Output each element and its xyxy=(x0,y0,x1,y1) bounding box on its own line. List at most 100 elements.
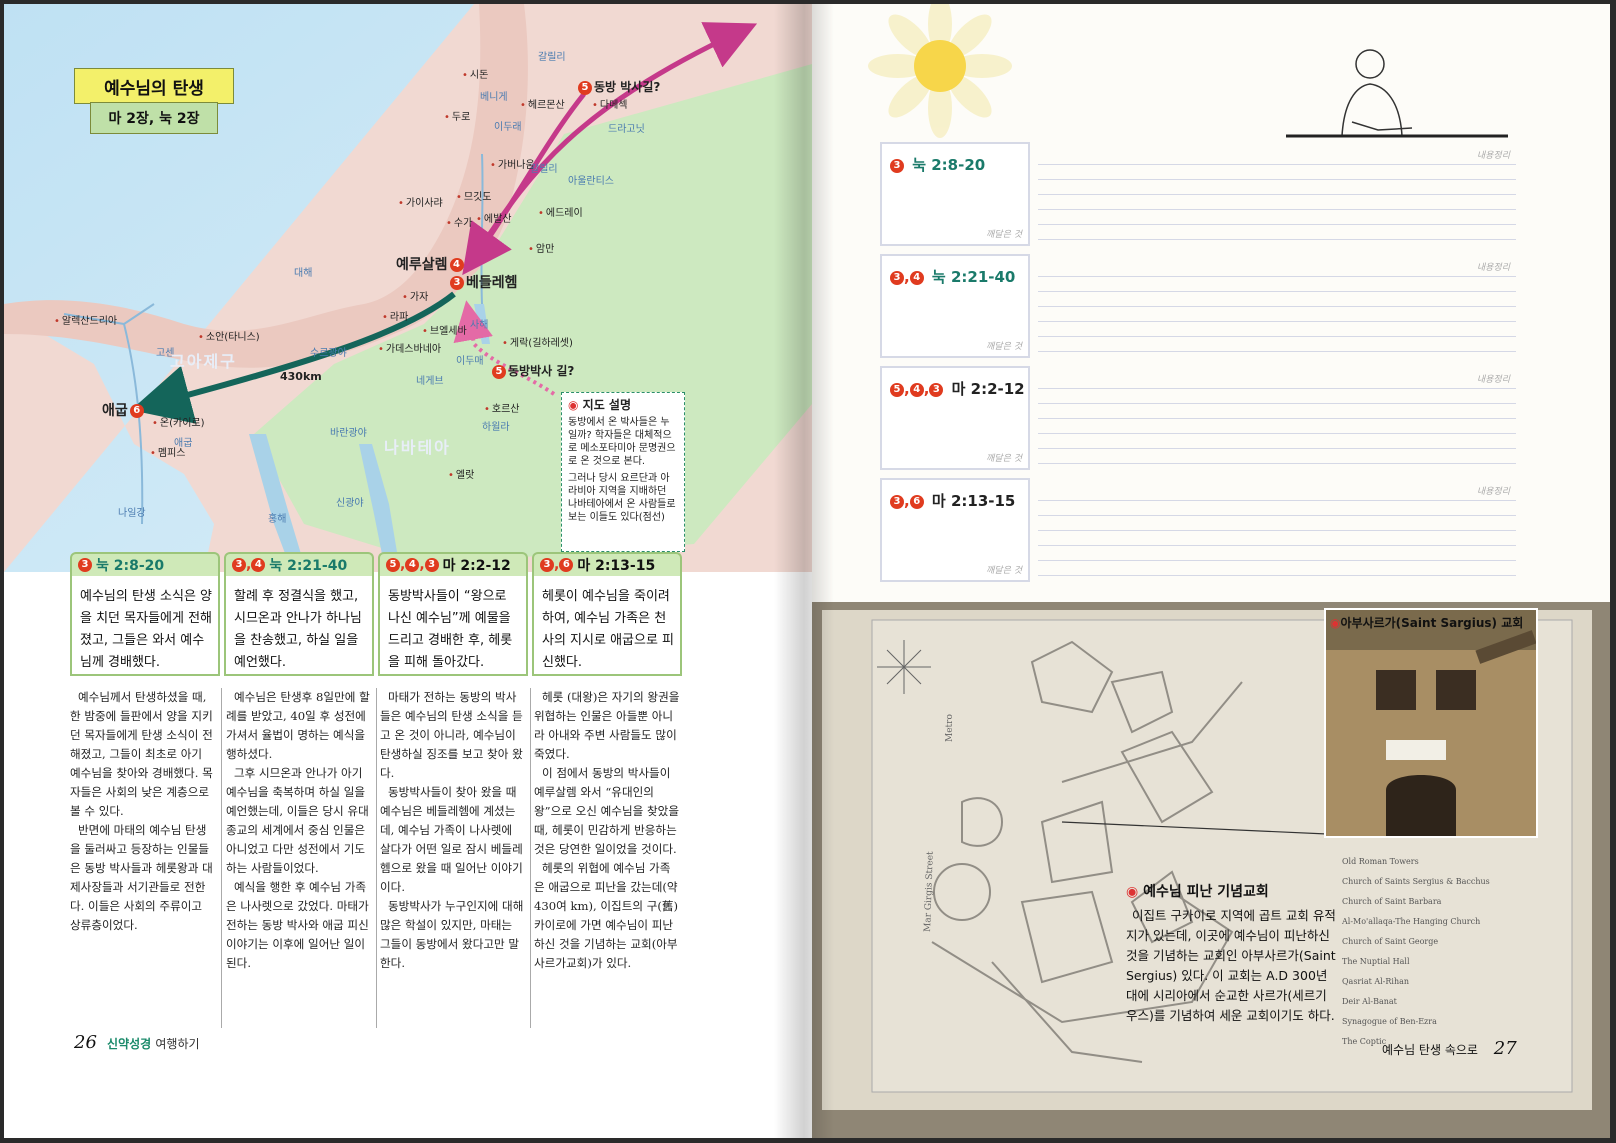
region-label: 대해 xyxy=(294,268,313,279)
map-place: • 에발산 xyxy=(476,210,512,225)
legend-item: Church of Saint Barbara xyxy=(1342,897,1442,906)
passage-badges: 3,4 xyxy=(232,557,266,573)
place-dot-icon: • xyxy=(538,208,544,219)
region-label: 갈릴리 xyxy=(538,52,566,63)
region-label: 신광야 xyxy=(336,498,364,509)
key-place-name: 베들레헴 xyxy=(466,275,518,291)
body-column: 헤롯 (대왕)은 자기의 왕권을 위협하는 인물은 아들뿐 아니라 아내와 주변… xyxy=(534,688,680,973)
metro-label: Metro xyxy=(945,714,955,742)
number-badge: 3 xyxy=(450,276,464,290)
flower-illustration xyxy=(868,4,1012,138)
key-place: 애굽 6 xyxy=(102,400,144,420)
church-photo-inset: ◉아부사르가(Saint Sargius) 교회 xyxy=(1324,608,1538,838)
note-row: 3,6 마 2:13-15 깨달은 것 내용정리 xyxy=(880,478,1520,582)
body-column: 예수님께서 탄생하셨을 때, 한 밤중에 들판에서 양을 지키던 목자들에게 탄… xyxy=(70,688,216,935)
series-name: 여행하기 xyxy=(155,1037,200,1051)
legend-item: The Nuptial Hall xyxy=(1342,957,1410,966)
region-label: 이두매 xyxy=(456,356,484,367)
passage-badges: 3,6 xyxy=(540,557,574,573)
body-paragraph: 예수님께서 탄생하셨을 때, 한 밤중에 들판에서 양을 지키던 목자들에게 탄… xyxy=(70,690,213,818)
region-big-label: 나바테아 xyxy=(384,438,451,457)
ruled-line xyxy=(1038,545,1516,546)
number-badge: 6 xyxy=(909,494,924,509)
place-name: 가데스바네아 xyxy=(385,344,442,355)
number-badge: 6 xyxy=(129,404,144,418)
number-badge: 5 xyxy=(386,558,400,572)
right-page: 3 눅 2:8-20 깨달은 것 내용정리 3, 4 눅 2:21-40 깨달은 것 내용정… xyxy=(812,4,1610,1138)
note-ref: 3 눅 2:8-20 xyxy=(890,154,985,175)
map-place: • 가이사랴 xyxy=(398,194,443,209)
ruled-line xyxy=(1038,388,1516,389)
caption-title: ◉ 예수님 피난 기념교회 xyxy=(1126,884,1269,900)
place-dot-icon: • xyxy=(382,312,388,323)
place-dot-icon: • xyxy=(198,332,204,343)
column-divider xyxy=(530,688,531,1028)
note-passage-box: 3 눅 2:8-20 깨달은 것 xyxy=(880,142,1030,246)
place-dot-icon: • xyxy=(446,218,452,229)
place-name: 소안(타니스) xyxy=(205,332,260,343)
place-name: 두로 xyxy=(451,112,471,123)
place-dot-icon: • xyxy=(398,198,404,209)
map-place: • 온(카이로) xyxy=(152,414,205,429)
map-note-p1: 동방에서 온 박사들은 누일까? 학자들은 대체적으로 메소포타미아 문명권으로… xyxy=(568,417,676,467)
passage-summary: 동방박사들이 “왕으로 나신 예수님”께 예물을 드리고 경배한 후, 헤롯을 … xyxy=(378,576,528,676)
badge-separator: , xyxy=(904,380,910,398)
note-tag: 내용정리 xyxy=(1476,151,1510,161)
badge-separator: , xyxy=(904,268,910,286)
ruled-line xyxy=(1038,433,1516,434)
note-ref: 3,4 눅 2:21-40 xyxy=(890,266,1015,287)
route-label: 5 동방박사 길? xyxy=(492,362,574,379)
place-name: 엘랏 xyxy=(455,470,475,481)
ruled-line xyxy=(1038,209,1516,210)
passage-tab: 3,4눅 2:21-40 xyxy=(224,552,374,576)
pin-icon: ◉ xyxy=(568,398,579,412)
place-name: 호르산 xyxy=(491,404,520,415)
route-name: 동방 박사길? xyxy=(594,80,661,94)
body-paragraph: 예식을 행한 후 예수님 가족은 나사렛으로 갔었다. 마태가 전하는 동방 박… xyxy=(226,880,369,970)
place-dot-icon: • xyxy=(528,244,534,255)
note-row: 3 눅 2:8-20 깨달은 것 내용정리 xyxy=(880,142,1520,246)
pin-icon: ◉ xyxy=(1330,616,1341,630)
body-paragraph: 헤롯의 위협에 예수님 가족은 애굽으로 피난을 갔는데(약 430여 km),… xyxy=(534,861,679,970)
pin-icon: ◉ xyxy=(1126,884,1139,900)
place-name: 라파 xyxy=(389,312,409,323)
map-note: ◉ 지도 설명 동방에서 온 박사들은 누일까? 학자들은 대체적으로 메소포타… xyxy=(561,392,685,552)
key-place: 예루살렘 4 xyxy=(396,254,464,274)
note-lines: 내용정리 xyxy=(1038,478,1516,582)
passage-tab: 3 눅 2:8-20 xyxy=(70,552,220,576)
place-name: 알렉산드리아 xyxy=(61,316,118,327)
note-ref: 5,4,3 마 2:2-12 xyxy=(890,378,1025,399)
region-label: 베니게 xyxy=(480,92,508,103)
number-badge: 4 xyxy=(405,558,420,572)
book-name: 신약성경 xyxy=(107,1037,152,1051)
place-name: 므깃도 xyxy=(463,192,492,203)
place-dot-icon: • xyxy=(378,344,384,355)
legend-item: Deir Al-Banat xyxy=(1342,997,1397,1006)
map-place: • 호르산 xyxy=(484,400,520,415)
region-label: 갈릴리 xyxy=(530,164,558,175)
body-paragraph: 예수님은 탄생후 8일만에 할례를 받았고, 40일 후 성전에 가셔서 율법이… xyxy=(226,690,370,761)
note-badges: 3,6 xyxy=(890,492,924,510)
passage-tab: 3,6마 2:13-15 xyxy=(532,552,682,576)
number-badge: 5 xyxy=(890,382,904,397)
map-place: • 알렉산드리아 xyxy=(54,312,117,327)
ruled-line xyxy=(1038,179,1516,180)
folio-left: 26 신약성경 여행하기 xyxy=(74,1032,200,1053)
place-name: 암만 xyxy=(535,244,555,255)
note-badges: 5,4,3 xyxy=(890,380,944,398)
badge-separator: , xyxy=(419,557,425,573)
body-column: 예수님은 탄생후 8일만에 할례를 받았고, 40일 후 성전에 가셔서 율법이… xyxy=(226,688,372,973)
ruled-line xyxy=(1038,463,1516,464)
note-row: 5,4,3 마 2:2-12 깨달은 것 내용정리 xyxy=(880,366,1520,470)
ruled-line xyxy=(1038,224,1516,225)
region-label: 이두래 xyxy=(494,122,522,133)
number-badge: 3 xyxy=(890,158,904,173)
region-label: 아울란티스 xyxy=(568,176,614,187)
map-place: • 두로 xyxy=(444,108,470,123)
passage-badges: 3 xyxy=(78,557,92,573)
note-ref-text: 마 2:13-15 xyxy=(926,492,1016,510)
map-place: • 다메섹 xyxy=(592,96,628,111)
passage-ref: 마 2:13-15 xyxy=(577,558,656,574)
photo-caption: ◉ 예수님 피난 기념교회 이집트 구카이로 지역에 곱트 교회 유적지가 있는… xyxy=(1126,882,1338,1026)
map-place: • 라파 xyxy=(382,308,408,323)
